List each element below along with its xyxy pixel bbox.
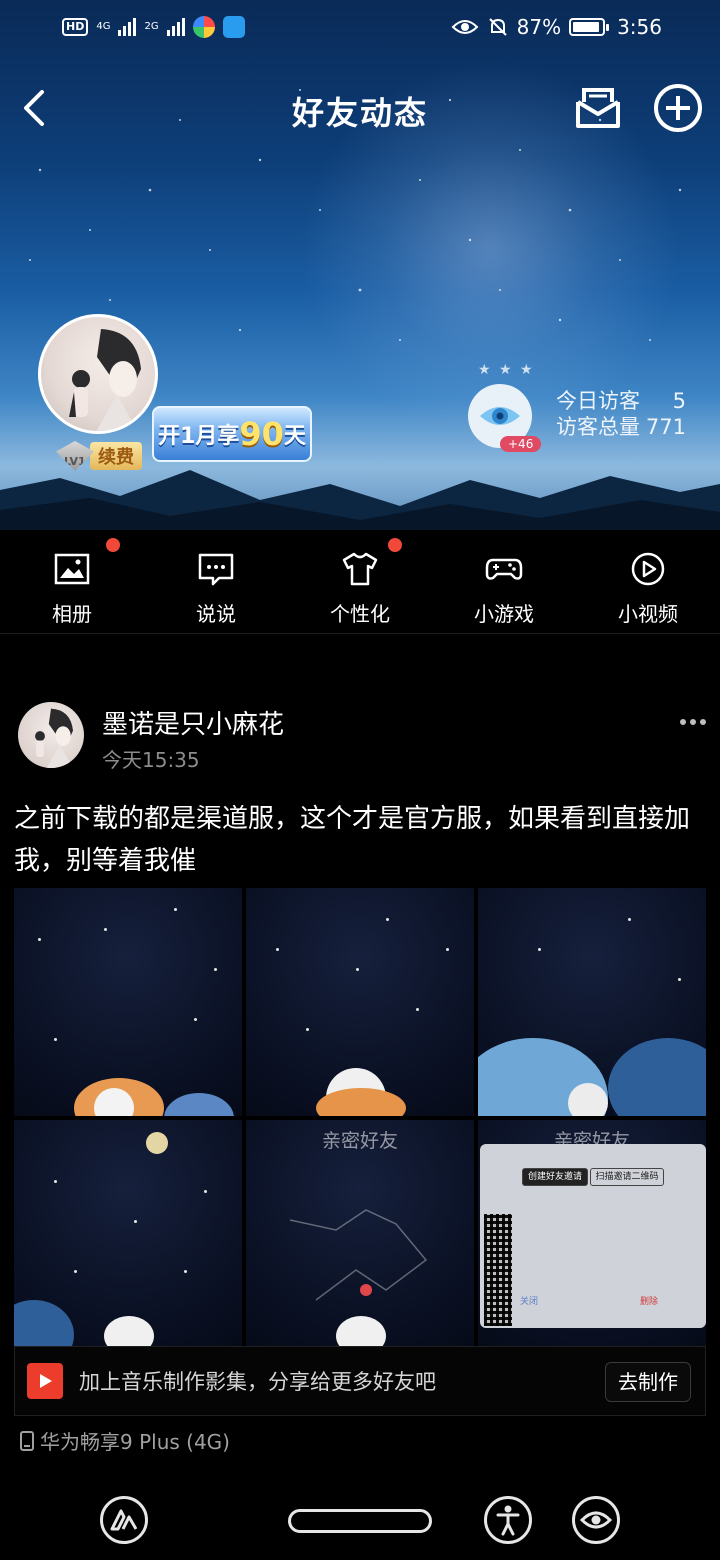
device-name: 华为畅享9 Plus (4G) [40, 1430, 230, 1454]
post-body-text: 之前下载的都是渠道服，这个才是官方服，如果看到直接加我，别等着我催 [14, 804, 691, 876]
post-image-3[interactable] [478, 888, 706, 1116]
gamepad-icon [485, 558, 523, 580]
post-image-4[interactable] [14, 1120, 242, 1348]
mailbox-icon [576, 88, 620, 128]
plus-circle-icon [654, 84, 702, 132]
accessibility-icon [496, 1505, 520, 1536]
post-image-5[interactable]: 亲密好友 [246, 1120, 474, 1348]
add-post-button[interactable] [652, 82, 704, 134]
friend-invite-dialog: 创建好友邀请 扫描邀请二维码 关闭 删除 [480, 1144, 706, 1328]
hd-badge: HD [62, 18, 89, 36]
app-notification-icon [192, 16, 215, 38]
home-pill[interactable] [288, 1509, 432, 1533]
qq-notification-icon [222, 16, 245, 38]
top-bar: 好友动态 [0, 78, 720, 138]
total-visitors-label: 访客总量 [556, 415, 640, 439]
constellation-lines [289, 1209, 428, 1301]
status-bar: HD 4G 2G 87% 3:56 [0, 12, 720, 46]
post-image-grid: 亲密好友 亲密好友 创建好友邀请 扫描邀请二维码 关闭 删除 [14, 888, 706, 1348]
signal-2-icon [166, 18, 185, 36]
make-album-text: 加上音乐制作影集，分享给更多好友吧 [79, 1370, 436, 1394]
mute-bell-icon [488, 18, 507, 36]
nav-minigames[interactable]: 小游戏 [432, 530, 576, 633]
post-author-avatar[interactable] [18, 702, 84, 768]
device-info: 华为畅享9 Plus (4G) [20, 1426, 230, 1455]
battery-icon [569, 18, 610, 36]
phone-icon [20, 1430, 34, 1451]
messages-button[interactable] [572, 82, 624, 134]
make-album-banner[interactable]: 加上音乐制作影集，分享给更多好友吧 去制作 [14, 1346, 706, 1416]
nav-moments[interactable]: 说说 [144, 530, 288, 633]
today-visitors-count: 5 [672, 389, 686, 413]
video-play-icon [27, 1363, 63, 1399]
play-circle-icon [631, 552, 665, 586]
eye-care-button[interactable] [572, 1496, 620, 1544]
system-nav-bar [0, 1480, 720, 1560]
stars-decoration: ★ ★ ★ [478, 362, 535, 378]
dialog-tab-scan: 扫描邀请二维码 [590, 1168, 664, 1186]
nav-short-video[interactable]: 小视频 [576, 530, 720, 633]
battery-percent: 87% [516, 15, 562, 39]
more-options-button[interactable] [680, 716, 710, 728]
qr-code [484, 1214, 512, 1326]
smart-assist-button[interactable] [100, 1496, 148, 1544]
nav-personalize[interactable]: 个性化 [288, 530, 432, 633]
new-visitors-badge: +46 [500, 436, 542, 452]
post-image-6[interactable]: 亲密好友 创建好友邀请 扫描邀请二维码 关闭 删除 [478, 1120, 706, 1348]
signal-1-icon [118, 18, 137, 36]
eye-comfort-icon [451, 20, 479, 34]
post-image-2[interactable] [246, 888, 474, 1116]
dialog-delete: 删除 [640, 1297, 659, 1307]
clock: 3:56 [617, 15, 662, 39]
sig2-label: 2G [144, 21, 159, 32]
accessibility-button[interactable] [484, 1496, 532, 1544]
dialog-close: 关闭 [520, 1297, 539, 1307]
make-album-button[interactable]: 去制作 [605, 1362, 691, 1402]
quick-nav: 相册 说说 个性化 小游戏 小视频 [0, 530, 720, 634]
vip-promo-banner[interactable]: 开1月享 90 天 [152, 406, 312, 462]
chat-bubble-icon [198, 553, 234, 586]
diamond-icon: LV1 [56, 441, 94, 471]
total-visitors-count: 771 [645, 415, 686, 439]
profile-avatar[interactable] [38, 314, 158, 434]
today-visitors-label: 今日访客 [556, 389, 640, 413]
anime-avatar-image [35, 708, 73, 768]
tshirt-icon [342, 552, 378, 586]
post-image-1[interactable] [14, 888, 242, 1116]
visitor-stats[interactable]: 今日访客 5 访客总量 771 [556, 388, 686, 440]
nav-album[interactable]: 相册 [0, 530, 144, 633]
eye-icon [480, 407, 520, 425]
post-author-name[interactable]: 墨诺是只小麻花 [102, 704, 284, 741]
photo-album-icon [54, 553, 90, 585]
renew-button[interactable]: 续费 [90, 442, 142, 470]
vip-level-badge[interactable]: LV1 续费 [56, 440, 142, 472]
unread-dot [388, 538, 402, 552]
eye-icon [580, 1511, 612, 1529]
unread-dot [106, 538, 120, 552]
post-timestamp: 今天15:35 [102, 748, 200, 772]
dialog-tab-create: 创建好友邀请 [522, 1168, 588, 1186]
sig1-label: 4G [96, 21, 111, 32]
assistant-icon [110, 1509, 138, 1531]
